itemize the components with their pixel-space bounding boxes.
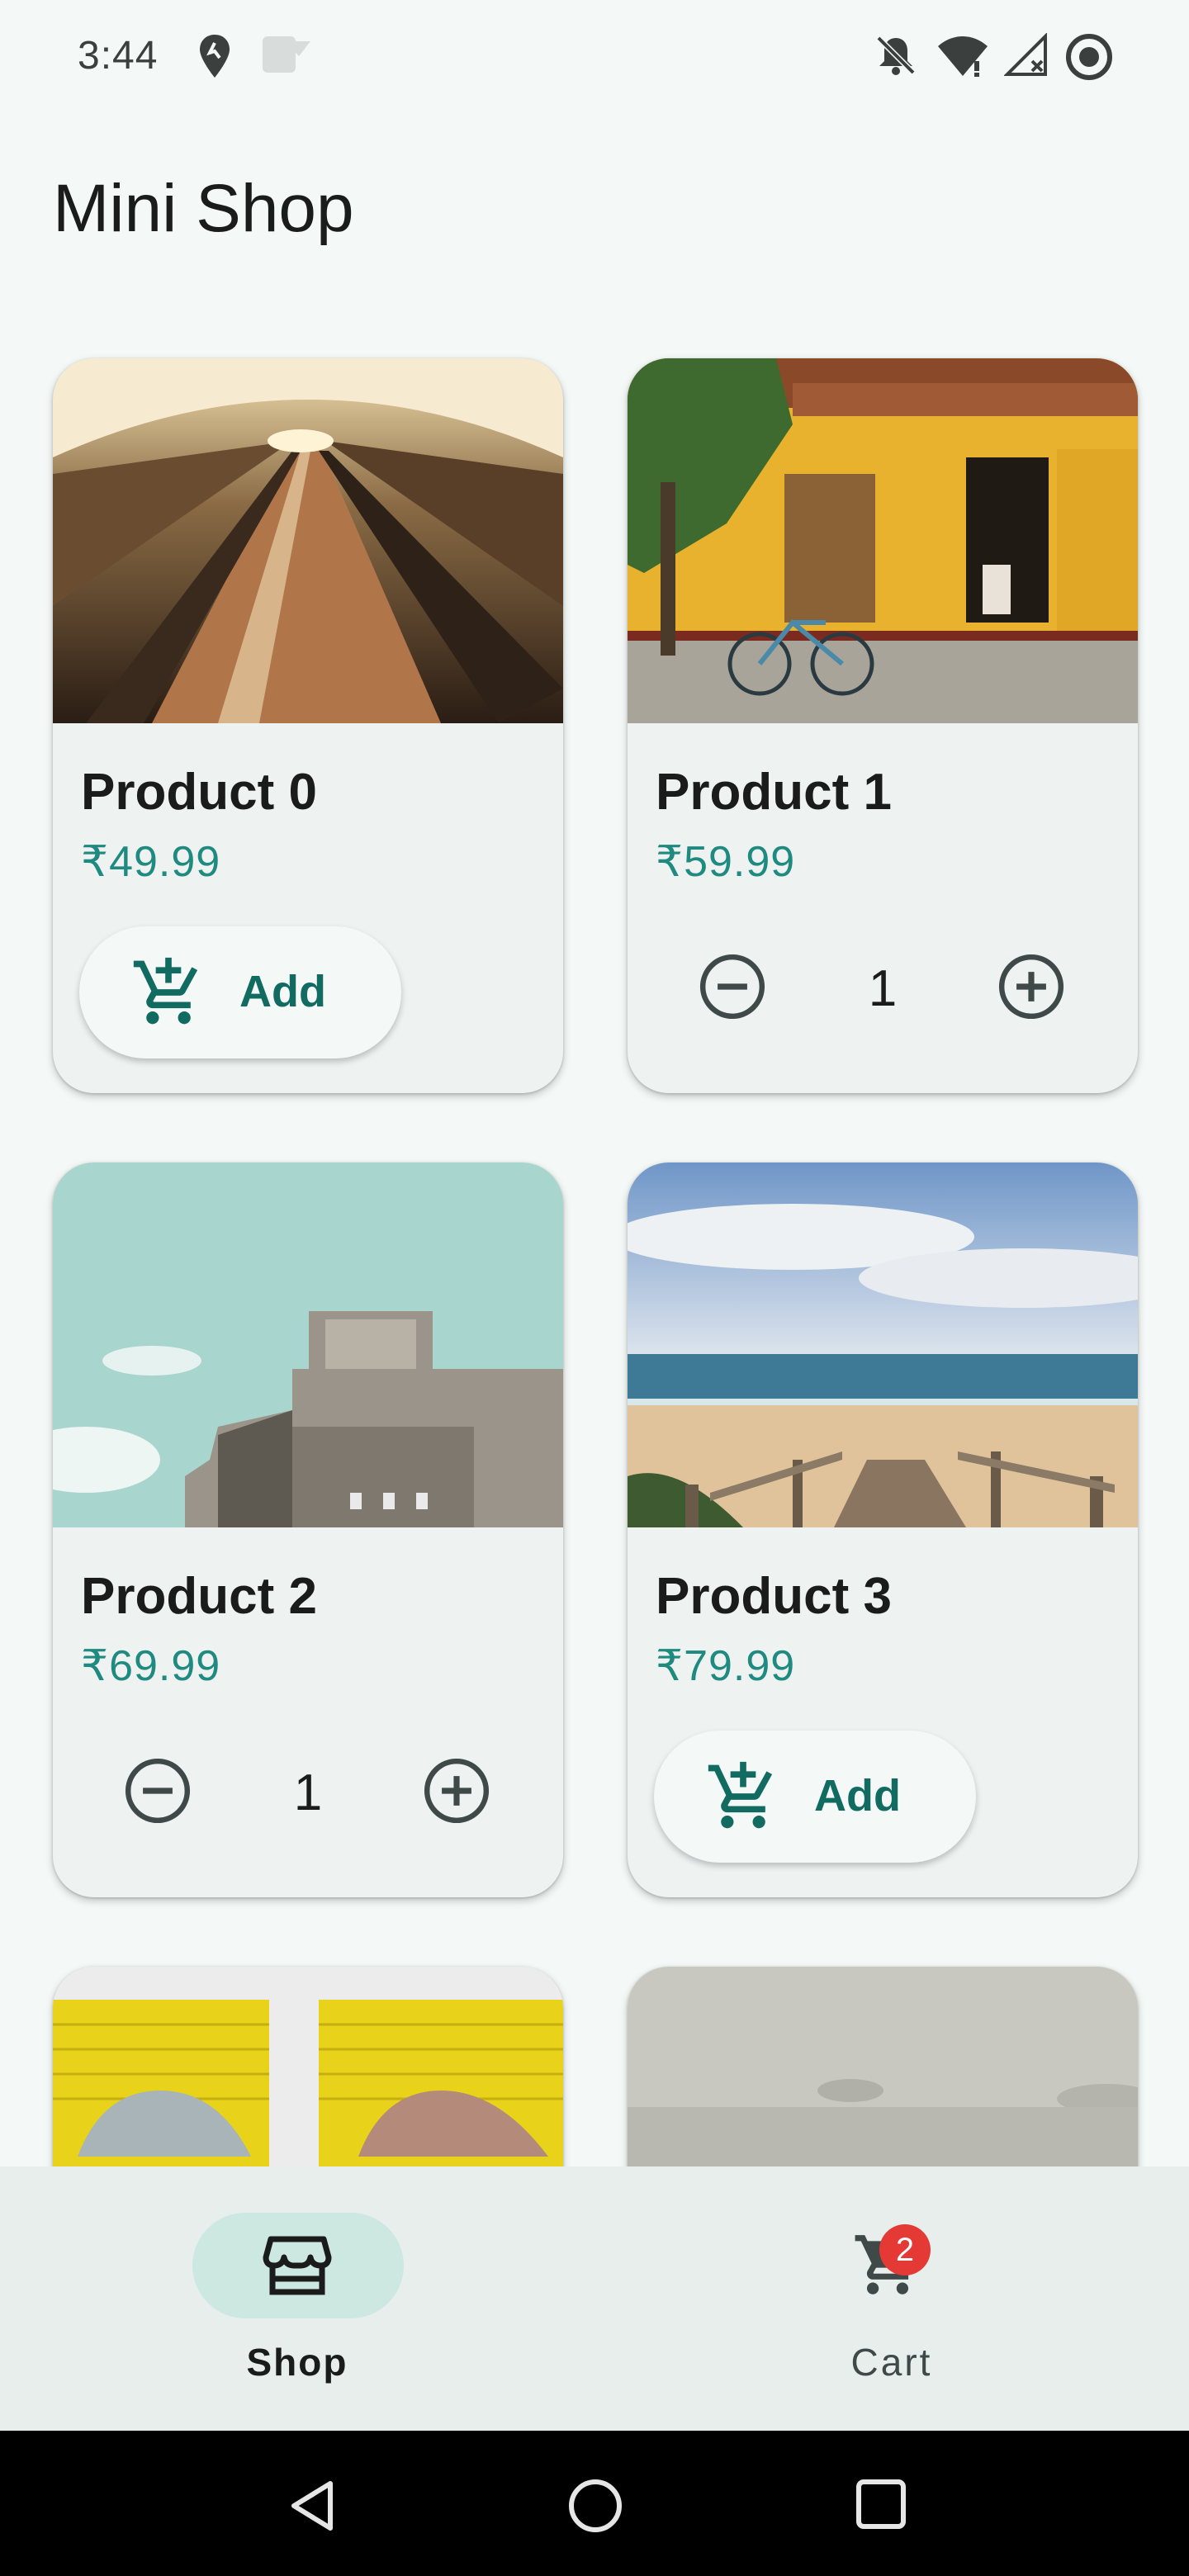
add-circle-icon[interactable]: [996, 951, 1067, 1022]
product-name: Product 3: [656, 1568, 892, 1625]
cart-count-badge: 2: [879, 2224, 931, 2275]
quantity-value: 1: [293, 1764, 323, 1821]
product-card[interactable]: Product 1 ₹59.99 1: [628, 358, 1138, 1093]
add-circle-icon[interactable]: [421, 1755, 492, 1826]
remove-circle-icon[interactable]: [122, 1755, 193, 1826]
page-title: Mini Shop: [53, 171, 354, 246]
product-grid[interactable]: Product 0 ₹49.99 Add Product 1 ₹59.99 1 …: [0, 314, 1189, 2166]
product-card[interactable]: Product 3 ₹79.99 Add: [628, 1163, 1138, 1897]
signal-off-icon: [1004, 33, 1047, 76]
product-card[interactable]: [53, 1967, 563, 2166]
product-card[interactable]: Product 0 ₹49.99 Add: [53, 358, 563, 1093]
add-shopping-cart-icon: [708, 1761, 773, 1829]
quantity-stepper[interactable]: 1: [628, 936, 1138, 1035]
bottom-navigation: Shop Cart: [0, 2166, 1189, 2431]
product-image: [53, 1163, 563, 1527]
wifi-icon: [938, 36, 988, 77]
product-card[interactable]: Product 2 ₹69.99 1: [53, 1163, 563, 1897]
product-price: ₹49.99: [81, 838, 221, 886]
back-icon[interactable]: [284, 2477, 342, 2535]
status-bar: 3:44: [0, 0, 1189, 124]
product-price: ₹79.99: [656, 1642, 796, 1690]
product-name: Product 0: [81, 764, 317, 821]
product-name: Product 1: [656, 764, 892, 821]
nav-item-shop[interactable]: Shop: [0, 2166, 594, 2431]
recents-icon[interactable]: [854, 2477, 908, 2531]
nav-label-cart: Cart: [850, 2341, 933, 2384]
notification-app-icon: [263, 36, 310, 73]
add-shopping-cart-icon: [133, 957, 198, 1025]
quantity-stepper[interactable]: 1: [53, 1740, 563, 1840]
product-image: [628, 358, 1138, 723]
quantity-value: 1: [868, 960, 898, 1017]
add-button-label: Add: [814, 1771, 901, 1821]
add-to-cart-button[interactable]: Add: [654, 1731, 976, 1863]
sync-icon: [1066, 34, 1112, 80]
add-to-cart-button[interactable]: Add: [79, 926, 401, 1058]
home-icon[interactable]: [566, 2477, 624, 2535]
product-price: ₹69.99: [81, 1642, 221, 1690]
product-card[interactable]: [628, 1967, 1138, 2166]
location-pin-icon: [200, 35, 230, 78]
product-image: [628, 1967, 1138, 2166]
nav-item-cart[interactable]: Cart: [594, 2166, 1189, 2431]
product-price: ₹59.99: [656, 838, 796, 886]
product-image: [53, 358, 563, 723]
nav-label-shop: Shop: [246, 2341, 348, 2384]
product-name: Product 2: [81, 1568, 317, 1625]
product-image: [628, 1163, 1138, 1527]
status-time: 3:44: [78, 34, 159, 78]
storefront-icon: [263, 2236, 332, 2295]
system-navigation-bar: [0, 2431, 1189, 2576]
add-button-label: Add: [239, 967, 326, 1016]
remove-circle-icon[interactable]: [697, 951, 768, 1022]
product-image: [53, 1967, 563, 2166]
bell-off-icon: [876, 36, 916, 75]
